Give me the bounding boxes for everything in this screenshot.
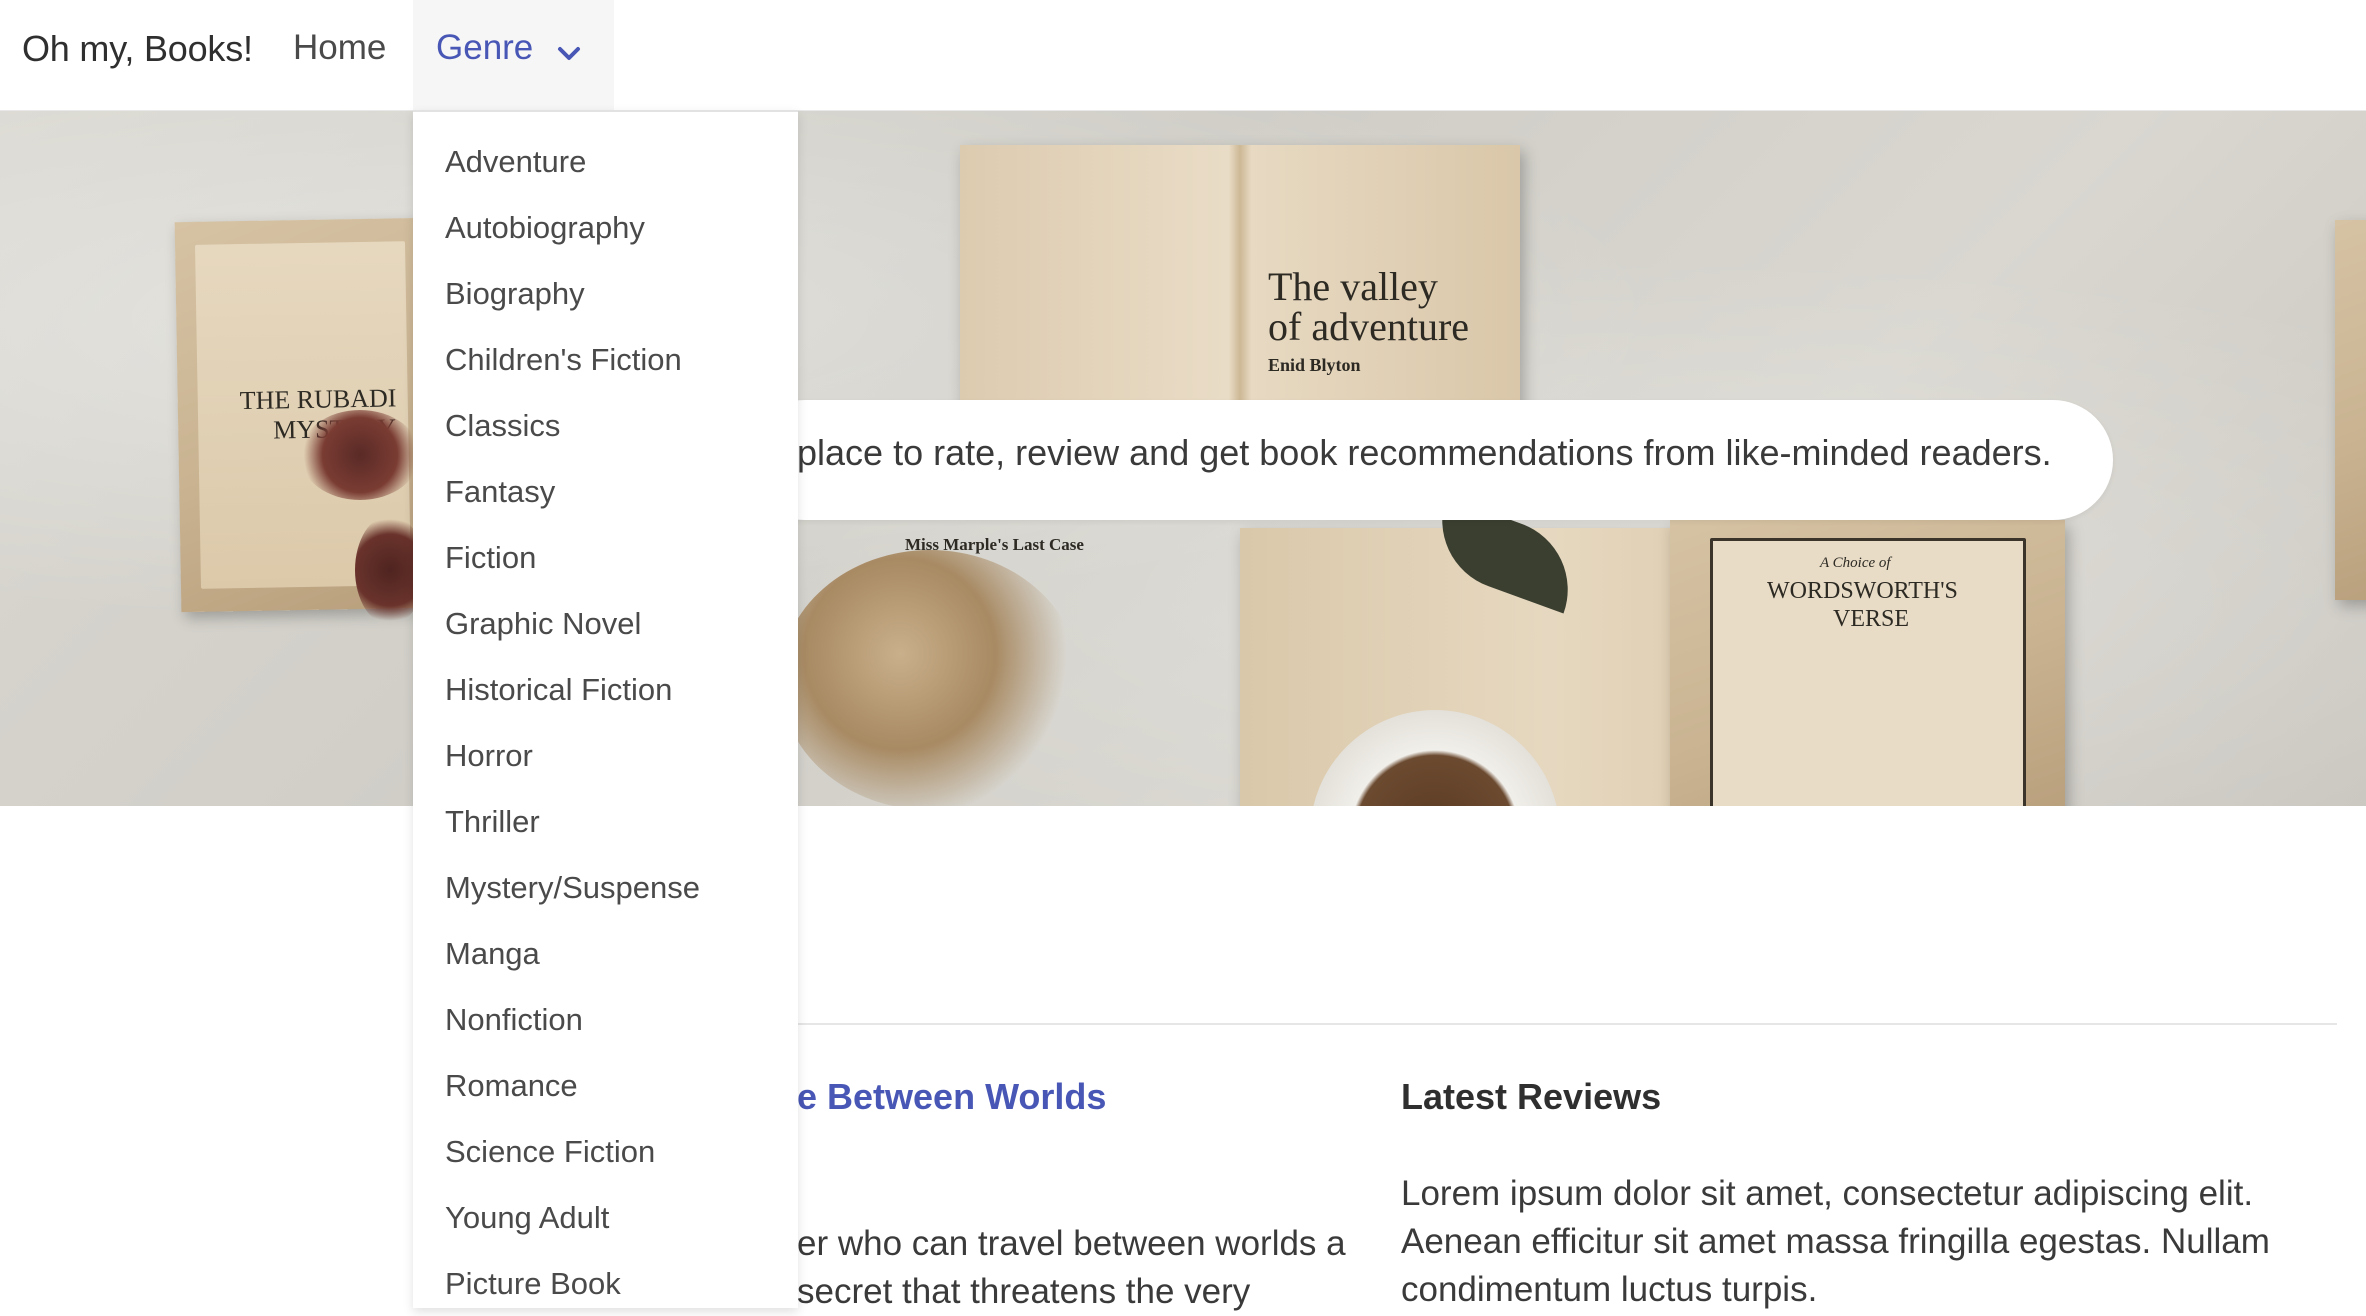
genre-item-fiction[interactable]: Fiction [445, 540, 536, 576]
featured-book-description: er who can travel between worlds a secre… [797, 1224, 1346, 1311]
genre-item-historical-fiction[interactable]: Historical Fiction [445, 672, 672, 708]
genre-item-fantasy[interactable]: Fantasy [445, 474, 555, 510]
hero-dried-flowers [780, 550, 1080, 806]
brand-logo-text[interactable]: Oh my, Books! [22, 28, 253, 70]
book-title-line: WORDSWORTH'S [1767, 578, 1958, 604]
genre-item-biography[interactable]: Biography [445, 276, 585, 312]
content-divider [797, 1023, 2337, 1025]
genre-item-science-fiction[interactable]: Science Fiction [445, 1134, 655, 1170]
hero-tagline: place to rate, review and get book recom… [797, 432, 2052, 473]
hero-book-right: A Choice of WORDSWORTH'S VERSE [1670, 520, 2065, 806]
book-title-line: of adventure [1268, 304, 1470, 349]
genre-item-manga[interactable]: Manga [445, 936, 540, 972]
genre-item-horror[interactable]: Horror [445, 738, 533, 774]
book-title-line: Enid Blyton [1268, 355, 1361, 375]
chevron-down-icon [558, 47, 580, 60]
nav-genre-label: Genre [436, 28, 534, 67]
featured-book-title[interactable]: e Between Worlds [797, 1076, 1106, 1118]
genre-item-picture-book[interactable]: Picture Book [445, 1266, 621, 1302]
genre-item-mystery-suspense[interactable]: Mystery/Suspense [445, 870, 700, 906]
nav-genre-dropdown-toggle[interactable]: Genre [413, 0, 614, 110]
genre-item-romance[interactable]: Romance [445, 1068, 578, 1104]
genre-item-adventure[interactable]: Adventure [445, 144, 586, 180]
genre-item-autobiography[interactable]: Autobiography [445, 210, 645, 246]
genre-item-young-adult[interactable]: Young Adult [445, 1200, 609, 1236]
latest-reviews-heading: Latest Reviews [1401, 1076, 1662, 1117]
nav-home-link[interactable]: Home [293, 28, 386, 68]
genre-item-graphic-novel[interactable]: Graphic Novel [445, 606, 641, 642]
genre-item-childrens-fiction[interactable]: Children's Fiction [445, 342, 682, 378]
top-navbar: Oh my, Books! Home Genre [0, 0, 2366, 111]
genre-item-thriller[interactable]: Thriller [445, 804, 540, 840]
book-title-line: A Choice of [1820, 555, 1891, 571]
genre-item-nonfiction[interactable]: Nonfiction [445, 1002, 583, 1038]
hero-banner: THE RUBADI MYSTERY The valley of adventu… [0, 110, 2366, 806]
hero-dried-rose [300, 410, 420, 500]
hero-book-far-right [2335, 220, 2366, 600]
latest-reviews-text: Lorem ipsum dolor sit amet, consectetur … [1401, 1174, 2270, 1309]
genre-item-classics[interactable]: Classics [445, 408, 560, 444]
book-title-line: VERSE [1833, 606, 1910, 632]
genre-dropdown-menu: Adventure Autobiography Biography Childr… [413, 110, 798, 1308]
